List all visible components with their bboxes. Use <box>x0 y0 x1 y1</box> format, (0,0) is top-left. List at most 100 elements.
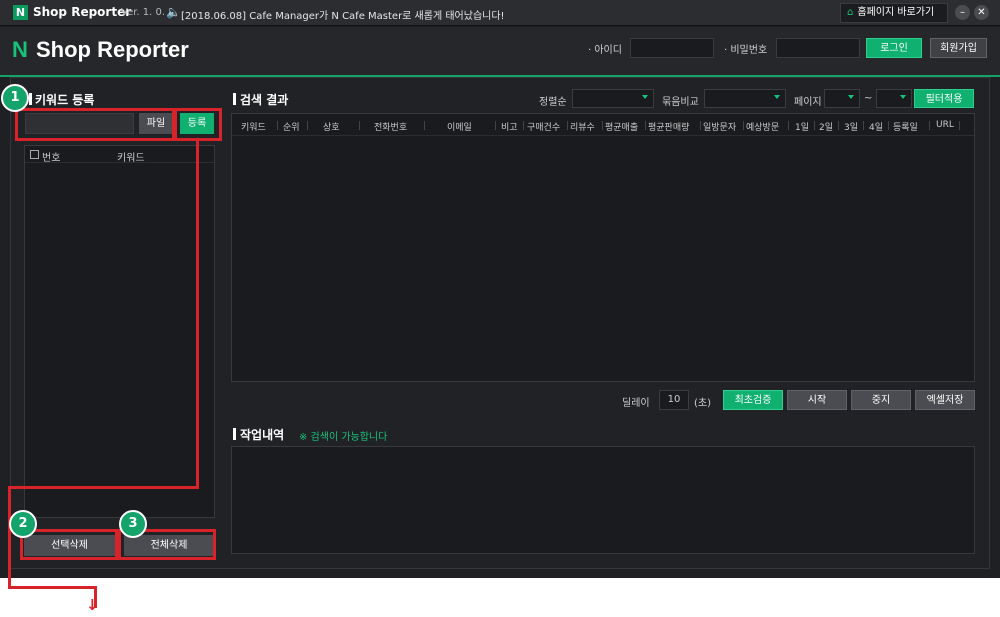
home-icon: ⌂ <box>847 7 854 18</box>
password-input[interactable] <box>776 38 860 58</box>
col-separator <box>277 121 278 130</box>
app-logo-icon: N <box>13 5 28 20</box>
join-button[interactable]: 회원가입 <box>930 38 987 58</box>
app-header: N Shop Reporter · 아이디 · 비밀번호 로그인 회원가입 <box>0 27 1000 75</box>
homepage-button-label: 홈페이지 바로가기 <box>857 7 935 18</box>
col-expected-visits: 예상방문 <box>746 123 780 133</box>
page-label: 페이지 <box>794 97 822 108</box>
col-separator <box>523 121 524 130</box>
step-badge-1: 1 <box>1 84 29 112</box>
col-separator <box>700 121 701 130</box>
id-label: · 아이디 <box>588 45 622 56</box>
page-from-select[interactable] <box>824 89 860 108</box>
delay-unit: (초) <box>694 398 712 409</box>
annotation-line <box>8 486 199 489</box>
col-day1: 1일 <box>795 123 810 133</box>
col-separator <box>929 121 930 130</box>
col-separator <box>645 121 646 130</box>
homepage-button[interactable]: ⌂ 홈페이지 바로가기 <box>840 3 948 23</box>
col-note: 비고 <box>501 123 518 133</box>
col-separator <box>838 121 839 130</box>
col-day3: 3일 <box>844 123 859 133</box>
app-window: N Shop Reporter Ver. 1. 0. 1 🔈 [2018.06.… <box>0 0 1000 578</box>
col-separator <box>602 121 603 130</box>
col-reviews: 리뷰수 <box>570 123 595 133</box>
filter-apply-button[interactable]: 필터적용 <box>914 89 974 108</box>
log-box[interactable] <box>231 446 975 554</box>
highlight-keyword-input <box>15 108 175 141</box>
app-title: Shop Reporter <box>33 5 132 19</box>
title-bar: N Shop Reporter Ver. 1. 0. 1 🔈 [2018.06.… <box>0 0 1000 26</box>
start-button[interactable]: 시작 <box>787 390 847 410</box>
keyword-col-number: 번호 <box>42 153 61 164</box>
col-separator <box>743 121 744 130</box>
select-all-checkbox[interactable] <box>30 150 39 159</box>
col-separator <box>959 121 960 130</box>
verify-button[interactable]: 최초검증 <box>723 390 783 410</box>
log-panel-title: 작업내역 <box>240 428 285 442</box>
brand-logo-icon: N <box>12 37 28 62</box>
col-separator <box>888 121 889 130</box>
annotation-line <box>196 140 199 488</box>
results-panel-title: 검색 결과 <box>240 93 289 107</box>
excel-save-button[interactable]: 엑셀저장 <box>915 390 975 410</box>
sort-select[interactable] <box>572 89 654 108</box>
col-rank: 순위 <box>283 123 300 133</box>
col-separator <box>863 121 864 130</box>
arrow-down-icon: ↓ <box>86 596 99 614</box>
login-button[interactable]: 로그인 <box>866 38 922 58</box>
keyword-list[interactable]: 번호 키워드 <box>24 145 215 518</box>
col-separator <box>307 121 308 130</box>
col-shop-name: 상호 <box>323 123 340 133</box>
step-badge-3: 3 <box>119 510 147 538</box>
col-avg-volume: 평균판매량 <box>648 123 690 133</box>
col-separator <box>424 121 425 130</box>
group-label: 묶음비교 <box>662 97 699 108</box>
group-chevron-down-icon <box>774 95 780 99</box>
col-separator <box>788 121 789 130</box>
brand-name: Shop Reporter <box>36 37 189 62</box>
log-title-bar <box>233 428 236 440</box>
col-keyword: 키워드 <box>241 123 266 133</box>
annotation-line <box>8 586 96 589</box>
col-separator <box>567 121 568 130</box>
delay-input[interactable]: 10 <box>659 390 689 410</box>
col-separator <box>495 121 496 130</box>
notice-text: [2018.06.08] Cafe Manager가 N Cafe Master… <box>181 11 505 22</box>
col-purchases: 구매건수 <box>527 123 561 133</box>
sort-chevron-down-icon <box>642 95 648 99</box>
results-title-bar <box>233 93 236 105</box>
results-table[interactable]: 키워드 순위 상호 전화번호 이메일 비고 구매건수 리뷰수 평균매출 평균판매… <box>231 113 975 382</box>
keyword-title-bar <box>29 93 32 105</box>
group-select[interactable] <box>704 89 786 108</box>
keyword-list-header: 번호 키워드 <box>25 146 214 164</box>
col-day4: 4일 <box>869 123 884 133</box>
delay-label: 딜레이 <box>622 398 650 409</box>
speaker-icon: 🔈 <box>166 5 181 19</box>
col-day2: 2일 <box>819 123 834 133</box>
keyword-col-keyword: 키워드 <box>117 153 145 164</box>
annotation-line <box>8 486 11 588</box>
col-daily-visitors: 일방문자 <box>703 123 737 133</box>
close-button[interactable]: ✕ <box>974 5 989 20</box>
col-phone: 전화번호 <box>374 123 408 133</box>
page-from-chevron-down-icon <box>848 95 854 99</box>
highlight-delete-selected <box>20 529 118 560</box>
col-email: 이메일 <box>447 123 472 133</box>
sort-label: 정렬순 <box>539 97 567 108</box>
page-to-chevron-down-icon <box>900 95 906 99</box>
highlight-register-button <box>174 108 222 141</box>
col-separator <box>814 121 815 130</box>
stop-button[interactable]: 중지 <box>851 390 911 410</box>
step-badge-2: 2 <box>9 510 37 538</box>
page-to-select[interactable] <box>876 89 912 108</box>
keyword-panel-title: 키워드 등록 <box>35 93 95 107</box>
col-avg-sales: 평균매출 <box>605 123 639 133</box>
results-table-header: 키워드 순위 상호 전화번호 이메일 비고 구매건수 리뷰수 평균매출 평균판매… <box>232 114 974 136</box>
id-input[interactable] <box>630 38 714 58</box>
col-url: URL <box>936 120 954 130</box>
log-status: ※ 검색이 가능합니다 <box>299 432 388 443</box>
password-label: · 비밀번호 <box>724 45 768 56</box>
col-separator <box>359 121 360 130</box>
minimize-button[interactable]: – <box>955 5 970 20</box>
